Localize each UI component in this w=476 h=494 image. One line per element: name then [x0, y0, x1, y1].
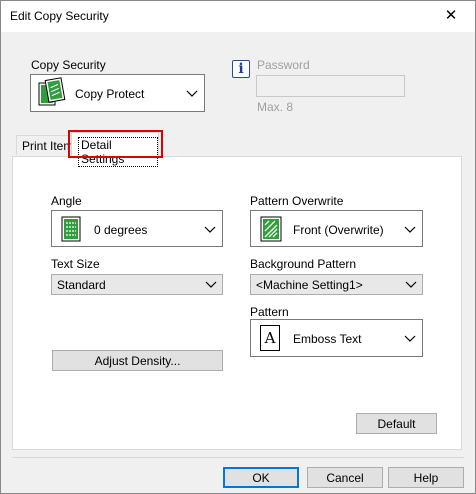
- password-input: [256, 75, 405, 97]
- angle-value: 0 degrees: [94, 223, 148, 237]
- window-title: Edit Copy Security: [10, 9, 109, 23]
- adjust-density-button[interactable]: Adjust Density...: [52, 350, 223, 371]
- chevron-down-icon: [186, 90, 198, 97]
- cancel-button[interactable]: Cancel: [307, 467, 383, 488]
- copy-security-select[interactable]: Copy Protect: [30, 74, 205, 112]
- angle-select[interactable]: 0 degrees: [51, 210, 223, 247]
- password-label: Password: [257, 58, 310, 72]
- chevron-down-icon: [204, 226, 216, 233]
- pattern-overwrite-value: Front (Overwrite): [293, 223, 384, 237]
- background-pattern-select[interactable]: <Machine Setting1>: [250, 274, 423, 295]
- text-size-value: Standard: [57, 278, 106, 292]
- chevron-down-icon: [404, 335, 416, 342]
- password-max-hint: Max. 8: [257, 100, 294, 114]
- pattern-label: Pattern: [250, 305, 289, 319]
- info-icon: i: [232, 60, 250, 78]
- overwrite-pattern-icon: [260, 216, 282, 242]
- copy-protect-icon: [38, 77, 66, 106]
- chevron-down-icon: [205, 281, 217, 288]
- chevron-down-icon: [405, 281, 417, 288]
- chevron-down-icon: [404, 226, 416, 233]
- pattern-overwrite-select[interactable]: Front (Overwrite): [250, 210, 423, 247]
- pattern-value: Emboss Text: [293, 332, 362, 346]
- text-size-select[interactable]: Standard: [51, 274, 223, 295]
- emboss-text-icon-glyph: A: [264, 329, 276, 347]
- pattern-overwrite-label: Pattern Overwrite: [250, 194, 344, 208]
- highlight-box: [68, 130, 163, 158]
- separator: [12, 457, 464, 458]
- pattern-select[interactable]: A Emboss Text: [250, 319, 423, 357]
- copy-security-label: Copy Security: [31, 58, 106, 72]
- default-button[interactable]: Default: [356, 413, 437, 434]
- title-bar: Edit Copy Security ✕: [1, 1, 475, 32]
- help-button[interactable]: Help: [388, 467, 464, 488]
- copy-security-value: Copy Protect: [75, 87, 145, 101]
- edit-copy-security-dialog: Edit Copy Security ✕ Copy Security Copy …: [0, 0, 476, 494]
- emboss-text-icon: A: [260, 325, 280, 351]
- text-size-label: Text Size: [51, 257, 100, 271]
- close-icon[interactable]: ✕: [431, 3, 471, 29]
- background-pattern-value: <Machine Setting1>: [256, 278, 363, 292]
- angle-pattern-icon: [61, 216, 81, 242]
- angle-label: Angle: [51, 194, 82, 208]
- background-pattern-label: Background Pattern: [250, 257, 357, 271]
- ok-button[interactable]: OK: [223, 467, 299, 488]
